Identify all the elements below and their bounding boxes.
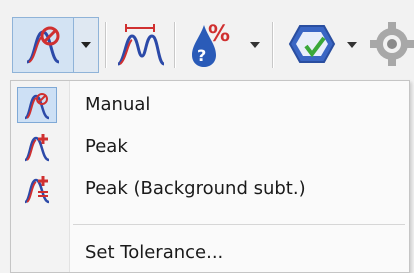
percent-button[interactable]: ? % [186,17,236,71]
menu-item-label: Peak [85,136,128,157]
menu-item-set-tolerance[interactable]: Set Tolerance... [11,233,409,273]
settings-gear-icon [370,22,414,66]
menu-item-label: Manual [85,94,151,115]
menu-item-manual[interactable]: Manual [11,85,409,125]
menu-item-label: Peak (Background subt.) [85,178,306,199]
toolbar-separator [105,22,107,68]
menu-item-peak[interactable]: Peak [11,127,409,167]
toolbar: ? % [0,0,414,80]
settings-button[interactable] [366,20,414,68]
manual-peak-icon [17,87,57,123]
svg-text:%: % [208,22,230,47]
peak-markers-button[interactable] [112,20,168,70]
integration-mode-menu: Manual Peak Peak (Background subt.) Set … [10,80,410,273]
peak-markers-icon [117,24,165,66]
menu-item-label: Set Tolerance... [85,242,224,263]
peak-plus-icon [17,129,57,165]
menu-item-peak-background-subtracted[interactable]: Peak (Background subt.) [11,169,409,209]
toolbar-separator [272,22,274,68]
tolerance-dropdown-arrow-icon[interactable] [347,42,357,48]
percent-drop-icon: ? % [192,22,230,67]
toolbar-separator [174,22,176,68]
dropdown-arrow-icon [81,42,91,48]
percent-dropdown-arrow-icon[interactable] [250,42,260,48]
menu-separator [73,224,405,225]
integration-mode-dropdown[interactable] [73,17,99,73]
integration-mode-button[interactable] [12,17,74,73]
manual-integration-icon [26,26,60,64]
tolerance-button[interactable] [284,18,340,70]
tolerance-badge-icon [288,25,336,63]
svg-text:?: ? [197,46,206,65]
peak-background-icon [17,171,57,207]
